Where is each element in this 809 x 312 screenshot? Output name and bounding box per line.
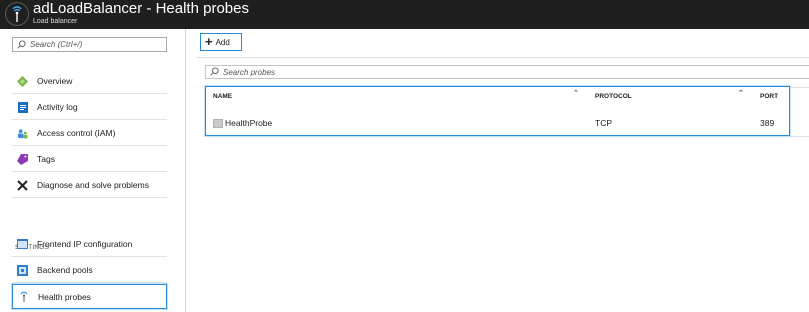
main-content: + Add Search probes NAME ⌃ PROTOCOL ⌃ PO… bbox=[186, 29, 809, 312]
sidebar-item-health-probes[interactable]: Health probes bbox=[12, 284, 167, 309]
sidebar-item-label: Access control (IAM) bbox=[37, 128, 116, 138]
sidebar-item-label: Frontend IP configuration bbox=[37, 239, 133, 249]
column-header-name[interactable]: NAME bbox=[213, 87, 232, 105]
column-header-protocol[interactable]: PROTOCOL bbox=[595, 87, 632, 105]
probe-search-input[interactable]: Search probes bbox=[205, 65, 809, 79]
table-header: NAME ⌃ PROTOCOL ⌃ PORT bbox=[206, 87, 789, 105]
sidebar-item-diagnose[interactable]: Diagnose and solve problems bbox=[12, 173, 167, 198]
backend-pools-icon bbox=[17, 264, 28, 276]
sidebar-item-label: Diagnose and solve problems bbox=[37, 180, 149, 190]
sidebar-item-backend-pools[interactable]: Backend pools bbox=[12, 258, 167, 283]
probe-port: 389 bbox=[760, 118, 775, 128]
frontend-ip-icon bbox=[17, 239, 28, 250]
sidebar-item-label: Overview bbox=[37, 76, 73, 86]
load-balancer-probe-icon bbox=[5, 2, 29, 26]
page-title: adLoadBalancer - Health probes bbox=[33, 0, 249, 17]
search-icon bbox=[17, 36, 26, 54]
sidebar-item-label: Activity log bbox=[37, 102, 78, 112]
sidebar-item-activity-log[interactable]: Activity log bbox=[12, 95, 167, 120]
sidebar-search-placeholder: Search (Ctrl+/) bbox=[30, 40, 83, 49]
overview-icon bbox=[17, 75, 28, 87]
table-row[interactable]: HealthProbe TCP 389 bbox=[206, 112, 789, 134]
health-probe-icon bbox=[18, 291, 29, 302]
wrench-icon bbox=[17, 179, 28, 191]
probe-search-placeholder: Search probes bbox=[223, 67, 276, 77]
sidebar: Search (Ctrl+/) Overview Activity log Ac… bbox=[0, 29, 186, 312]
tag-icon bbox=[17, 153, 28, 165]
row-name-cell: HealthProbe bbox=[213, 112, 272, 134]
plus-icon: + bbox=[205, 34, 213, 49]
activity-log-icon bbox=[17, 101, 28, 113]
sidebar-item-label: Health probes bbox=[38, 291, 91, 302]
command-bar-divider bbox=[196, 57, 809, 58]
column-header-port[interactable]: PORT bbox=[760, 87, 778, 105]
sidebar-item-tags[interactable]: Tags bbox=[12, 147, 167, 172]
search-icon bbox=[210, 63, 219, 81]
probes-table: NAME ⌃ PROTOCOL ⌃ PORT HealthProbe TCP 3… bbox=[205, 86, 790, 136]
sidebar-item-access-control[interactable]: Access control (IAM) bbox=[12, 121, 167, 146]
iam-icon bbox=[17, 128, 28, 139]
add-button[interactable]: + Add bbox=[200, 33, 242, 51]
grid-overflow-edge bbox=[790, 87, 809, 137]
probe-name: HealthProbe bbox=[225, 118, 273, 128]
sidebar-item-overview[interactable]: Overview bbox=[12, 69, 167, 94]
title-bar: adLoadBalancer - Health probes Load bala… bbox=[0, 0, 809, 29]
sort-icon[interactable]: ⌃ bbox=[738, 89, 744, 97]
sidebar-search-input[interactable]: Search (Ctrl+/) bbox=[12, 37, 167, 52]
resource-type-label: Load balancer bbox=[33, 18, 78, 25]
sidebar-item-label: Tags bbox=[37, 154, 55, 164]
sort-icon[interactable]: ⌃ bbox=[573, 89, 579, 97]
probe-protocol: TCP bbox=[595, 118, 612, 128]
sidebar-item-frontend-ip[interactable]: Frontend IP configuration bbox=[12, 232, 167, 257]
sidebar-item-label: Backend pools bbox=[37, 265, 93, 275]
add-button-label: Add bbox=[215, 37, 230, 47]
health-probe-icon bbox=[213, 118, 223, 128]
